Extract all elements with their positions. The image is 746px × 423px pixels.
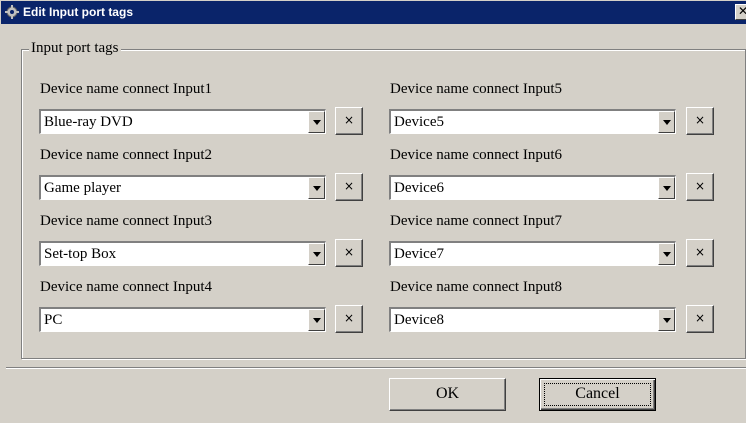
chevron-down-icon[interactable] [658,111,675,133]
close-icon: × [694,113,706,127]
chevron-down-icon[interactable] [308,309,325,331]
chevron-down-icon[interactable] [308,111,325,133]
focus-indicator [544,383,651,406]
input8-label: Device name connect Input8 [390,279,563,295]
close-icon: × [343,113,355,127]
input1-clear-button[interactable]: × [335,107,363,135]
input5-clear-button[interactable]: × [686,107,714,135]
input8-clear-button[interactable]: × [686,305,714,333]
input7-value: Device7 [394,246,444,262]
input4-clear-button[interactable]: × [335,305,363,333]
chevron-down-icon[interactable] [658,309,675,331]
input4-combobox[interactable]: PC [39,307,326,332]
input2-label: Device name connect Input2 [40,147,213,163]
separator [6,367,746,369]
input8-combobox[interactable]: Device8 [389,307,676,332]
input2-clear-button[interactable]: × [335,173,363,201]
input4-value: PC [44,312,63,328]
chevron-down-icon[interactable] [658,243,675,265]
cancel-button[interactable]: Cancel [539,378,656,411]
input1-label: Device name connect Input1 [40,81,213,97]
title-bar[interactable]: Edit Input port tags ✕ [1,1,746,24]
input6-combobox[interactable]: Device6 [389,175,676,200]
chevron-down-icon[interactable] [658,177,675,199]
input6-clear-button[interactable]: × [686,173,714,201]
close-icon: × [694,179,706,193]
close-icon: × [343,179,355,193]
group-legend: Input port tags [29,39,121,57]
close-button[interactable]: ✕ [735,4,746,20]
ok-button[interactable]: OK [389,378,506,411]
input3-clear-button[interactable]: × [335,239,363,267]
input6-value: Device6 [394,180,444,196]
close-icon: ✕ [737,4,746,18]
input5-label: Device name connect Input5 [390,81,563,97]
input7-label: Device name connect Input7 [390,213,563,229]
input5-value: Device5 [394,114,444,130]
close-icon: × [343,245,355,259]
input2-combobox[interactable]: Game player [39,175,326,200]
input3-value: Set-top Box [44,246,117,262]
input6-label: Device name connect Input6 [390,147,563,163]
gear-icon [5,5,19,19]
close-icon: × [694,245,706,259]
input3-label: Device name connect Input3 [40,213,213,229]
input7-combobox[interactable]: Device7 [389,241,676,266]
chevron-down-icon[interactable] [308,177,325,199]
window-title: Edit Input port tags [23,5,133,19]
input3-combobox[interactable]: Set-top Box [39,241,326,266]
input1-combobox[interactable]: Blue-ray DVD [39,109,326,134]
chevron-down-icon[interactable] [308,243,325,265]
close-icon: × [343,311,355,325]
edit-input-port-tags-dialog: Edit Input port tags ✕ Input port tags D… [0,0,746,423]
input4-label: Device name connect Input4 [40,279,213,295]
close-icon: × [694,311,706,325]
input2-value: Game player [44,180,122,196]
input7-clear-button[interactable]: × [686,239,714,267]
input8-value: Device8 [394,312,444,328]
input5-combobox[interactable]: Device5 [389,109,676,134]
ok-button-label: OK [435,385,460,402]
input1-value: Blue-ray DVD [44,114,133,130]
